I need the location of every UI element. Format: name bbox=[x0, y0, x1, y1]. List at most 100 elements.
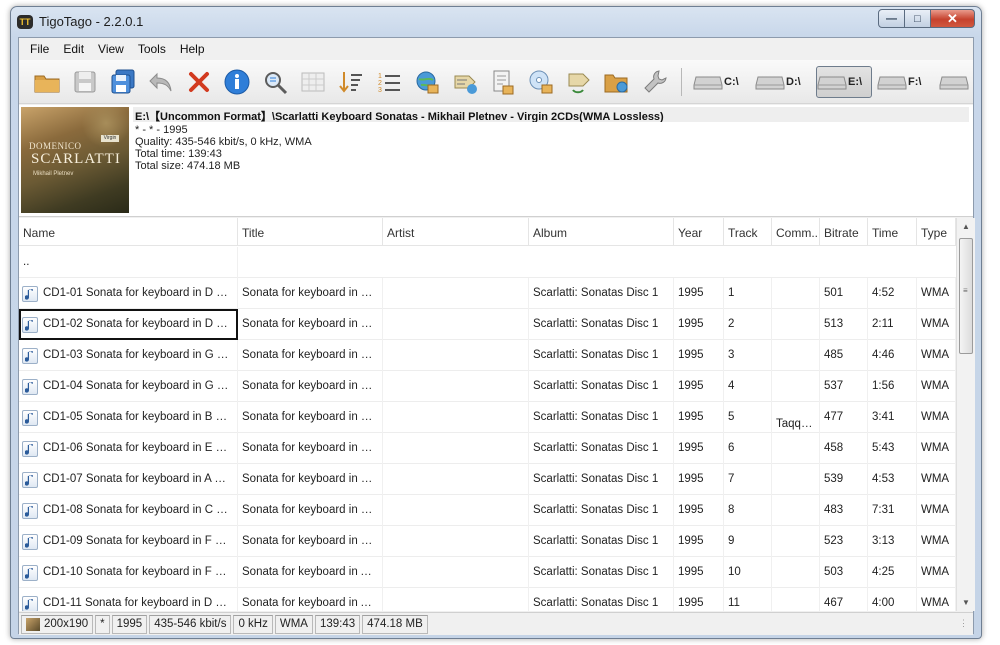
cell-text: 1995 bbox=[678, 597, 704, 609]
file-list[interactable]: Name Title Artist Album Year Track Comm.… bbox=[19, 218, 975, 611]
drive-c-button[interactable]: C:\ bbox=[693, 66, 751, 98]
table-row[interactable]: CD1-10 Sonata for keyboard in F majo... S… bbox=[19, 557, 956, 588]
table-row[interactable]: CD1-03 Sonata for keyboard in G majo... S… bbox=[19, 340, 956, 371]
window-title: TigoTago - 2.2.0.1 bbox=[39, 14, 144, 29]
settings-button[interactable] bbox=[639, 66, 671, 98]
table-row[interactable]: CD1-04 Sonata for keyboard in G majo... S… bbox=[19, 371, 956, 402]
numbering-button[interactable]: 123 bbox=[373, 66, 405, 98]
close-button[interactable]: ✕ bbox=[931, 9, 975, 28]
column-header-comment[interactable]: Comm... bbox=[772, 218, 820, 246]
cell-text: Sonata for keyboard in G m... bbox=[242, 411, 383, 423]
cell-text: 3:13 bbox=[872, 535, 895, 547]
cell-album: Scarlatti: Sonatas Disc 1 bbox=[529, 402, 674, 433]
maximize-button[interactable]: □ bbox=[905, 9, 931, 28]
cell-track: 2 bbox=[724, 309, 772, 340]
open-folder-button[interactable] bbox=[31, 66, 63, 98]
column-header-title[interactable]: Title bbox=[238, 218, 383, 246]
vertical-scrollbar[interactable]: ▲ ≡ ▼ bbox=[956, 218, 975, 611]
table-row[interactable]: CD1-08 Sonata for keyboard in C shar... S… bbox=[19, 495, 956, 526]
cell-name: CD1-07 Sonata for keyboard in A majo... bbox=[19, 464, 238, 495]
cell-text: CD1-09 Sonata for keyboard in F mino... bbox=[43, 535, 238, 547]
cell-text: 7 bbox=[728, 473, 735, 485]
web-lookup-button-2[interactable] bbox=[449, 66, 481, 98]
menu-file[interactable]: File bbox=[23, 38, 56, 60]
cell-name: CD1-05 Sonata for keyboard in B mino... bbox=[19, 402, 238, 433]
scroll-up-arrow[interactable]: ▲ bbox=[957, 218, 975, 235]
scroll-thumb[interactable]: ≡ bbox=[959, 238, 973, 354]
table-row[interactable]: CD1-06 Sonata for keyboard in E majo... S… bbox=[19, 433, 956, 464]
cell-name: CD1-10 Sonata for keyboard in F majo... bbox=[19, 557, 238, 588]
drive-e-button[interactable]: E:\ bbox=[816, 66, 872, 98]
cell-text: 4:25 bbox=[872, 566, 895, 578]
drive-d-button[interactable]: D:\ bbox=[755, 66, 813, 98]
column-header-bitrate[interactable]: Bitrate bbox=[820, 218, 868, 246]
menu-help[interactable]: Help bbox=[173, 38, 212, 60]
cell-text: 5 bbox=[728, 411, 735, 423]
column-header-year[interactable]: Year bbox=[674, 218, 724, 246]
sort-button[interactable] bbox=[335, 66, 367, 98]
table-row[interactable]: CD1-05 Sonata for keyboard in B mino... S… bbox=[19, 402, 956, 433]
save-all-button[interactable] bbox=[107, 66, 139, 98]
menu-tools[interactable]: Tools bbox=[131, 38, 173, 60]
cover-label-badge: Virgin bbox=[101, 135, 119, 142]
cell-track: 3 bbox=[724, 340, 772, 371]
cell-text: 485 bbox=[824, 349, 844, 361]
grid-button[interactable] bbox=[297, 66, 329, 98]
cell-bitrate: 458 bbox=[820, 433, 868, 464]
column-header-artist[interactable]: Artist bbox=[383, 218, 529, 246]
table-row[interactable]: CD1-01 Sonata for keyboard in D majo... S… bbox=[19, 278, 956, 309]
cell-artist bbox=[383, 588, 529, 611]
cell-text: CD1-08 Sonata for keyboard in C shar... bbox=[43, 504, 238, 516]
table-row[interactable]: CD1-02 Sonata for keyboard in D mino... S… bbox=[19, 309, 956, 340]
cell-bitrate: 501 bbox=[820, 278, 868, 309]
table-row[interactable]: CD1-07 Sonata for keyboard in A majo... S… bbox=[19, 464, 956, 495]
cell-track: 9 bbox=[724, 526, 772, 557]
web-lookup-button-1[interactable] bbox=[411, 66, 443, 98]
info-button[interactable] bbox=[221, 66, 253, 98]
cell-title: Sonata for keyboard in D m... bbox=[238, 371, 383, 402]
cell-year: 1995 bbox=[674, 402, 724, 433]
cell-time: 4:00 bbox=[868, 588, 917, 611]
hard-drive-icon bbox=[939, 76, 969, 90]
cell-comment bbox=[772, 526, 820, 557]
album-cover[interactable]: DOMENICO SCARLATTI Mikhail Pletnev Virgi… bbox=[21, 107, 129, 213]
web-lookup-button-4[interactable] bbox=[525, 66, 557, 98]
title-bar[interactable]: TT TigoTago - 2.2.0.1 — □ ✕ bbox=[11, 7, 981, 37]
menu-edit[interactable]: Edit bbox=[56, 38, 91, 60]
status-cover-dimensions: 200x190 bbox=[44, 618, 89, 630]
svg-text:3: 3 bbox=[378, 87, 382, 94]
drive-f-button[interactable]: F:\ bbox=[877, 66, 935, 98]
app-icon[interactable]: TT bbox=[17, 15, 33, 29]
cell-text: 1995 bbox=[678, 473, 704, 485]
column-header-type[interactable]: Type bbox=[917, 218, 956, 246]
music-note-icon bbox=[22, 410, 38, 426]
minimize-button[interactable]: — bbox=[878, 9, 905, 28]
scroll-down-arrow[interactable]: ▼ bbox=[957, 594, 975, 611]
cell-text: Scarlatti: Sonatas Disc 1 bbox=[533, 504, 659, 516]
web-lookup-button-5[interactable] bbox=[563, 66, 595, 98]
search-replace-button[interactable] bbox=[259, 66, 291, 98]
table-row[interactable]: CD1-11 Sonata for keyboard in D mino... S… bbox=[19, 588, 956, 611]
delete-button[interactable] bbox=[183, 66, 215, 98]
web-lookup-button-3[interactable] bbox=[487, 66, 519, 98]
cover-thumbnail-icon bbox=[26, 617, 40, 631]
save-button[interactable] bbox=[69, 66, 101, 98]
parent-folder-row[interactable]: .. bbox=[19, 247, 956, 278]
column-header-name[interactable]: Name bbox=[19, 218, 238, 246]
drive-next-button[interactable] bbox=[939, 66, 973, 98]
column-header-track[interactable]: Track bbox=[724, 218, 772, 246]
column-header-time[interactable]: Time bbox=[868, 218, 917, 246]
cell-text: WMA bbox=[921, 318, 950, 330]
info-total-size: Total size: 474.18 MB bbox=[135, 160, 241, 172]
cell-text: CD1-03 Sonata for keyboard in G majo... bbox=[43, 349, 238, 361]
size-grip-icon[interactable]: ⋮ bbox=[959, 619, 971, 633]
table-row[interactable]: CD1-09 Sonata for keyboard in F mino... S… bbox=[19, 526, 956, 557]
cell-type: WMA bbox=[917, 495, 956, 526]
undo-button[interactable] bbox=[145, 66, 177, 98]
scroll-grip-icon: ≡ bbox=[963, 286, 968, 295]
menu-view[interactable]: View bbox=[91, 38, 131, 60]
column-header-album[interactable]: Album bbox=[529, 218, 674, 246]
folder-tools-button[interactable] bbox=[601, 66, 633, 98]
cell-text: WMA bbox=[921, 566, 950, 578]
music-note-icon bbox=[22, 286, 38, 302]
